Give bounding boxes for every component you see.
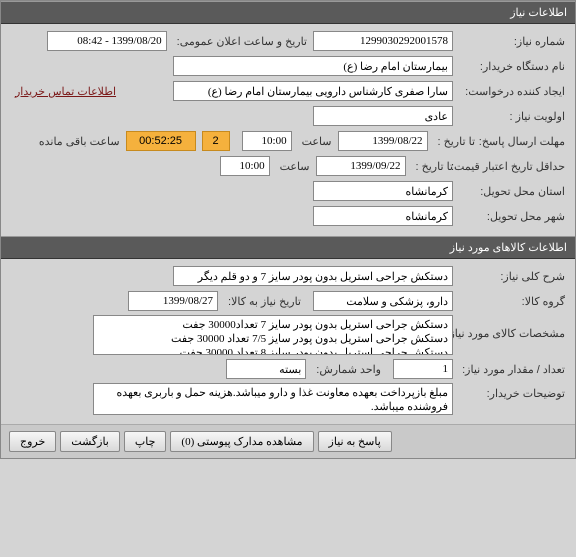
device-field[interactable]	[173, 56, 453, 76]
unit-label: واحد شمارش:	[312, 363, 381, 376]
need-number-field[interactable]	[313, 31, 453, 51]
goods-group-field[interactable]	[313, 291, 453, 311]
countdown-timer: 00:52:25	[126, 131, 196, 151]
need-number-label: شماره نیاز:	[453, 35, 565, 48]
row-goods-spec: مشخصات کالای مورد نیاز:	[11, 315, 565, 355]
section-header-goods-info: اطلاعات کالاهای مورد نیاز	[1, 236, 575, 259]
row-city: شهر محل تحویل:	[11, 205, 565, 227]
min-validity-label: حداقل تاریخ اعتبار قیمت:	[453, 160, 565, 173]
row-goods-group: گروه کالا: تاریخ نیاز به کالا:	[11, 290, 565, 312]
priority-field[interactable]	[313, 106, 453, 126]
goods-group-label: گروه کالا:	[453, 295, 565, 308]
row-priority: اولویت نیاز :	[11, 105, 565, 127]
buyer-notes-label: توضیحات خریدار:	[453, 383, 565, 400]
row-device: نام دستگاه خریدار:	[11, 55, 565, 77]
form-container: اطلاعات نیاز شماره نیاز: تاریخ و ساعت اع…	[0, 0, 576, 459]
row-min-validity: حداقل تاریخ اعتبار قیمت: تا تاریخ : ساعت	[11, 155, 565, 177]
min-validity-time-field[interactable]	[220, 156, 270, 176]
qty-label: تعداد / مقدار مورد نیاز:	[453, 363, 565, 376]
row-deadline: مهلت ارسال پاسخ: تا تاریخ : ساعت 2 00:52…	[11, 130, 565, 152]
province-field[interactable]	[313, 181, 453, 201]
need-desc-field[interactable]	[173, 266, 453, 286]
need-date-field[interactable]	[128, 291, 218, 311]
deadline-to-label: تا تاریخ :	[434, 135, 475, 148]
row-qty: تعداد / مقدار مورد نیاز: واحد شمارش:	[11, 358, 565, 380]
city-label: شهر محل تحویل:	[453, 210, 565, 223]
print-button[interactable]: چاپ	[124, 431, 167, 452]
creator-label: ایجاد کننده درخواست:	[453, 85, 565, 98]
back-button[interactable]: بازگشت	[60, 431, 120, 452]
need-info-body: شماره نیاز: تاریخ و ساعت اعلان عمومی: نا…	[1, 24, 575, 236]
exit-button[interactable]: خروج	[9, 431, 56, 452]
need-date-label: تاریخ نیاز به کالا:	[224, 295, 301, 308]
public-datetime-label: تاریخ و ساعت اعلان عمومی:	[173, 35, 307, 48]
remaining-label: ساعت باقی مانده	[35, 135, 120, 148]
section-header-need-info: اطلاعات نیاز	[1, 1, 575, 24]
day-counter: 2	[202, 131, 230, 151]
province-label: استان محل تحویل:	[453, 185, 565, 198]
min-validity-date-field[interactable]	[316, 156, 406, 176]
attachments-button[interactable]: مشاهده مدارک پیوستی (0)	[170, 431, 313, 452]
priority-label: اولویت نیاز :	[453, 110, 565, 123]
unit-field[interactable]	[226, 359, 306, 379]
min-validity-to-label: تا تاریخ :	[412, 160, 453, 173]
deadline-time-label: ساعت	[298, 135, 332, 148]
row-province: استان محل تحویل:	[11, 180, 565, 202]
city-field[interactable]	[313, 206, 453, 226]
goods-spec-field[interactable]	[93, 315, 453, 355]
qty-field[interactable]	[393, 359, 453, 379]
need-desc-label: شرح کلی نیاز:	[453, 270, 565, 283]
row-need-desc: شرح کلی نیاز:	[11, 265, 565, 287]
min-validity-time-label: ساعت	[276, 160, 310, 173]
buyer-notes-field[interactable]	[93, 383, 453, 415]
footer-bar: خروج بازگشت چاپ مشاهده مدارک پیوستی (0) …	[1, 424, 575, 458]
device-label: نام دستگاه خریدار:	[453, 60, 565, 73]
row-creator: ایجاد کننده درخواست: اطلاعات تماس خریدار	[11, 80, 565, 102]
row-buyer-notes: توضیحات خریدار:	[11, 383, 565, 415]
goods-info-body: شرح کلی نیاز: گروه کالا: تاریخ نیاز به ک…	[1, 259, 575, 424]
deadline-label: مهلت ارسال پاسخ:	[475, 135, 565, 148]
row-need-number: شماره نیاز: تاریخ و ساعت اعلان عمومی:	[11, 30, 565, 52]
deadline-date-field[interactable]	[338, 131, 428, 151]
respond-button[interactable]: پاسخ به نیاز	[318, 431, 392, 452]
buyer-contact-link[interactable]: اطلاعات تماس خریدار	[11, 83, 120, 100]
creator-field[interactable]	[173, 81, 453, 101]
goods-spec-label: مشخصات کالای مورد نیاز:	[453, 315, 565, 340]
deadline-time-field[interactable]	[242, 131, 292, 151]
public-datetime-field[interactable]	[47, 31, 167, 51]
